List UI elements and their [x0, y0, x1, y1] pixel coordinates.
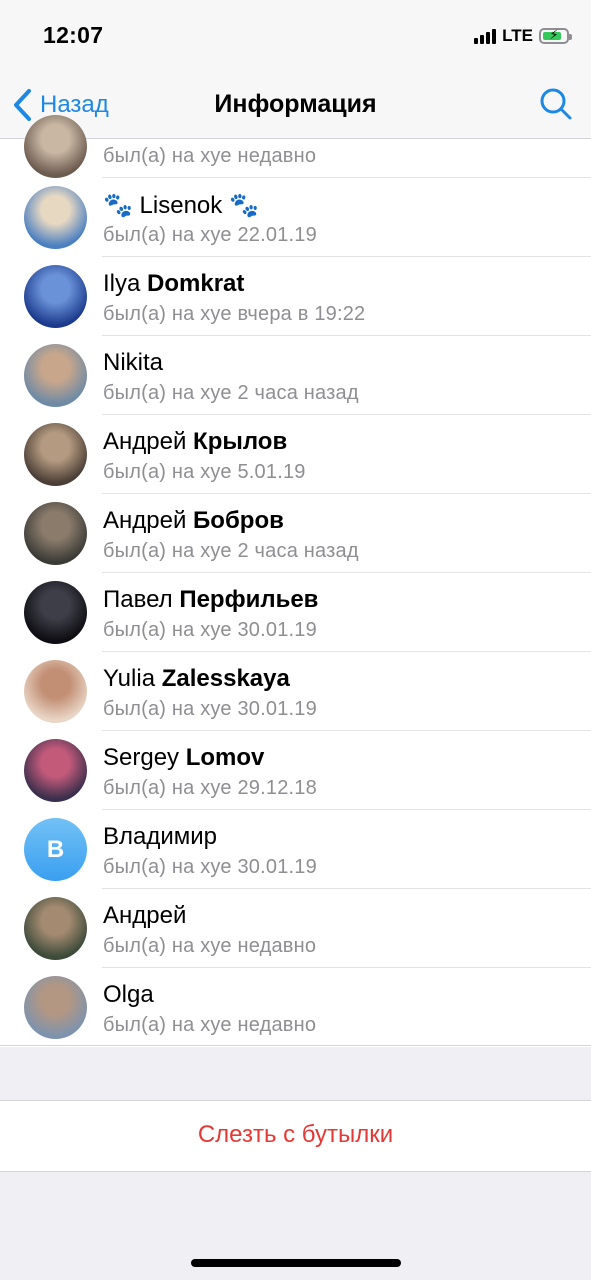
- member-row[interactable]: Nikita был(а) на хуе 2 часа назад: [0, 336, 591, 415]
- avatar: [24, 265, 87, 328]
- member-first-name: Olga: [103, 981, 154, 1008]
- member-first-name: Yulia: [103, 665, 156, 692]
- avatar: [24, 186, 87, 249]
- member-row[interactable]: Андрей Бобров был(а) на хуе 2 часа назад: [0, 494, 591, 573]
- avatar: [24, 581, 87, 644]
- member-name: Sergey Lomov: [103, 744, 264, 772]
- member-last-name: Перфильев: [179, 586, 319, 613]
- member-last-seen: был(а) на хуе недавно: [103, 1014, 317, 1036]
- member-row[interactable]: Olga был(а) на хуе недавно: [0, 968, 591, 1047]
- member-first-name: 🐾 Lisenok 🐾: [103, 192, 259, 219]
- avatar: [24, 502, 87, 565]
- member-name: Андрей Бобров: [103, 507, 284, 535]
- status-bar: 12:07 LTE ⚡: [0, 0, 591, 72]
- member-first-name: Андрей: [103, 902, 187, 929]
- member-last-name: Крылов: [193, 428, 288, 455]
- search-icon: [540, 88, 572, 120]
- member-list: был(а) на хуе недавно 🐾 Lisenok 🐾 был(а) н…: [0, 115, 591, 1047]
- member-last-seen: был(а) на хуе 2 часа назад: [103, 540, 359, 562]
- search-button[interactable]: [539, 87, 573, 126]
- member-name: Olga: [103, 981, 154, 1009]
- member-last-name: Lomov: [185, 744, 265, 771]
- member-row[interactable]: Андрей Крылов был(а) на хуе 5.01.19: [0, 415, 591, 494]
- member-row[interactable]: Андрей был(а) на хуе недавно: [0, 889, 591, 968]
- battery-icon: ⚡: [539, 27, 572, 44]
- member-first-name: Ilya: [103, 270, 141, 297]
- home-indicator: [191, 1259, 401, 1267]
- member-last-seen: был(а) на хуе 30.01.19: [103, 619, 317, 641]
- member-name: Ilya Domkrat: [103, 270, 244, 298]
- member-name: Павел Перфильев: [103, 586, 318, 614]
- member-last-seen: был(а) на хуе 30.01.19: [103, 698, 317, 720]
- avatar: [24, 976, 87, 1039]
- member-name: 🐾 Lisenok 🐾: [103, 191, 259, 220]
- member-row[interactable]: был(а) на хуе недавно: [0, 115, 591, 178]
- action-group: Слезть с бутылки: [0, 1100, 591, 1172]
- member-last-name: Zalesskaya: [161, 665, 290, 692]
- member-last-seen: был(а) на хуе недавно: [103, 145, 317, 167]
- avatar: [24, 344, 87, 407]
- divider: [0, 1045, 591, 1046]
- member-row[interactable]: Павел Перфильев был(а) на хуе 30.01.19: [0, 573, 591, 652]
- member-row[interactable]: Yulia Zalesskaya был(а) на хуе 30.01.19: [0, 652, 591, 731]
- member-first-name: Андрей: [103, 507, 187, 534]
- page-title: Информация: [214, 90, 377, 118]
- member-name: Андрей Крылов: [103, 428, 287, 456]
- member-name: Yulia Zalesskaya: [103, 665, 290, 693]
- member-first-name: Nikita: [103, 349, 164, 376]
- member-first-name: Владимир: [103, 823, 218, 850]
- member-last-seen: был(а) на хуе 5.01.19: [103, 461, 306, 483]
- avatar: [24, 660, 87, 723]
- avatar: [24, 739, 87, 802]
- avatar: [24, 897, 87, 960]
- avatar: В: [24, 818, 87, 881]
- navigation-bar: Назад Информация: [0, 72, 591, 139]
- member-last-seen: был(а) на хуе 22.01.19: [103, 224, 317, 246]
- status-time: 12:07: [43, 22, 104, 48]
- member-name: Владимир: [103, 823, 217, 851]
- network-type: LTE: [502, 26, 533, 45]
- member-last-name: Бобров: [193, 507, 284, 534]
- avatar: [24, 115, 87, 178]
- member-row[interactable]: Sergey Lomov был(а) на хуе 29.12.18: [0, 731, 591, 810]
- member-name: Nikita: [103, 349, 163, 377]
- member-last-name: Domkrat: [147, 270, 245, 297]
- member-last-seen: был(а) на хуе вчера в 19:22: [103, 303, 366, 325]
- avatar: [24, 423, 87, 486]
- member-row[interactable]: 🐾 Lisenok 🐾 был(а) на хуе 22.01.19: [0, 178, 591, 257]
- member-first-name: Павел: [103, 586, 173, 613]
- member-first-name: Sergey: [103, 744, 180, 771]
- member-last-seen: был(а) на хуе 30.01.19: [103, 856, 317, 878]
- member-first-name: Андрей: [103, 428, 187, 455]
- signal-icon: [474, 28, 497, 44]
- member-row[interactable]: Ilya Domkrat был(а) на хуе вчера в 19:22: [0, 257, 591, 336]
- member-last-seen: был(а) на хуе 29.12.18: [103, 777, 317, 799]
- member-last-seen: был(а) на хуе недавно: [103, 935, 317, 957]
- status-indicators: LTE ⚡: [474, 26, 572, 46]
- member-last-seen: был(а) на хуе 2 часа назад: [103, 382, 359, 404]
- leave-group-button[interactable]: Слезть с бутылки: [0, 1121, 591, 1149]
- member-row[interactable]: В Владимир был(а) на хуе 30.01.19: [0, 810, 591, 889]
- member-name: Андрей: [103, 902, 186, 930]
